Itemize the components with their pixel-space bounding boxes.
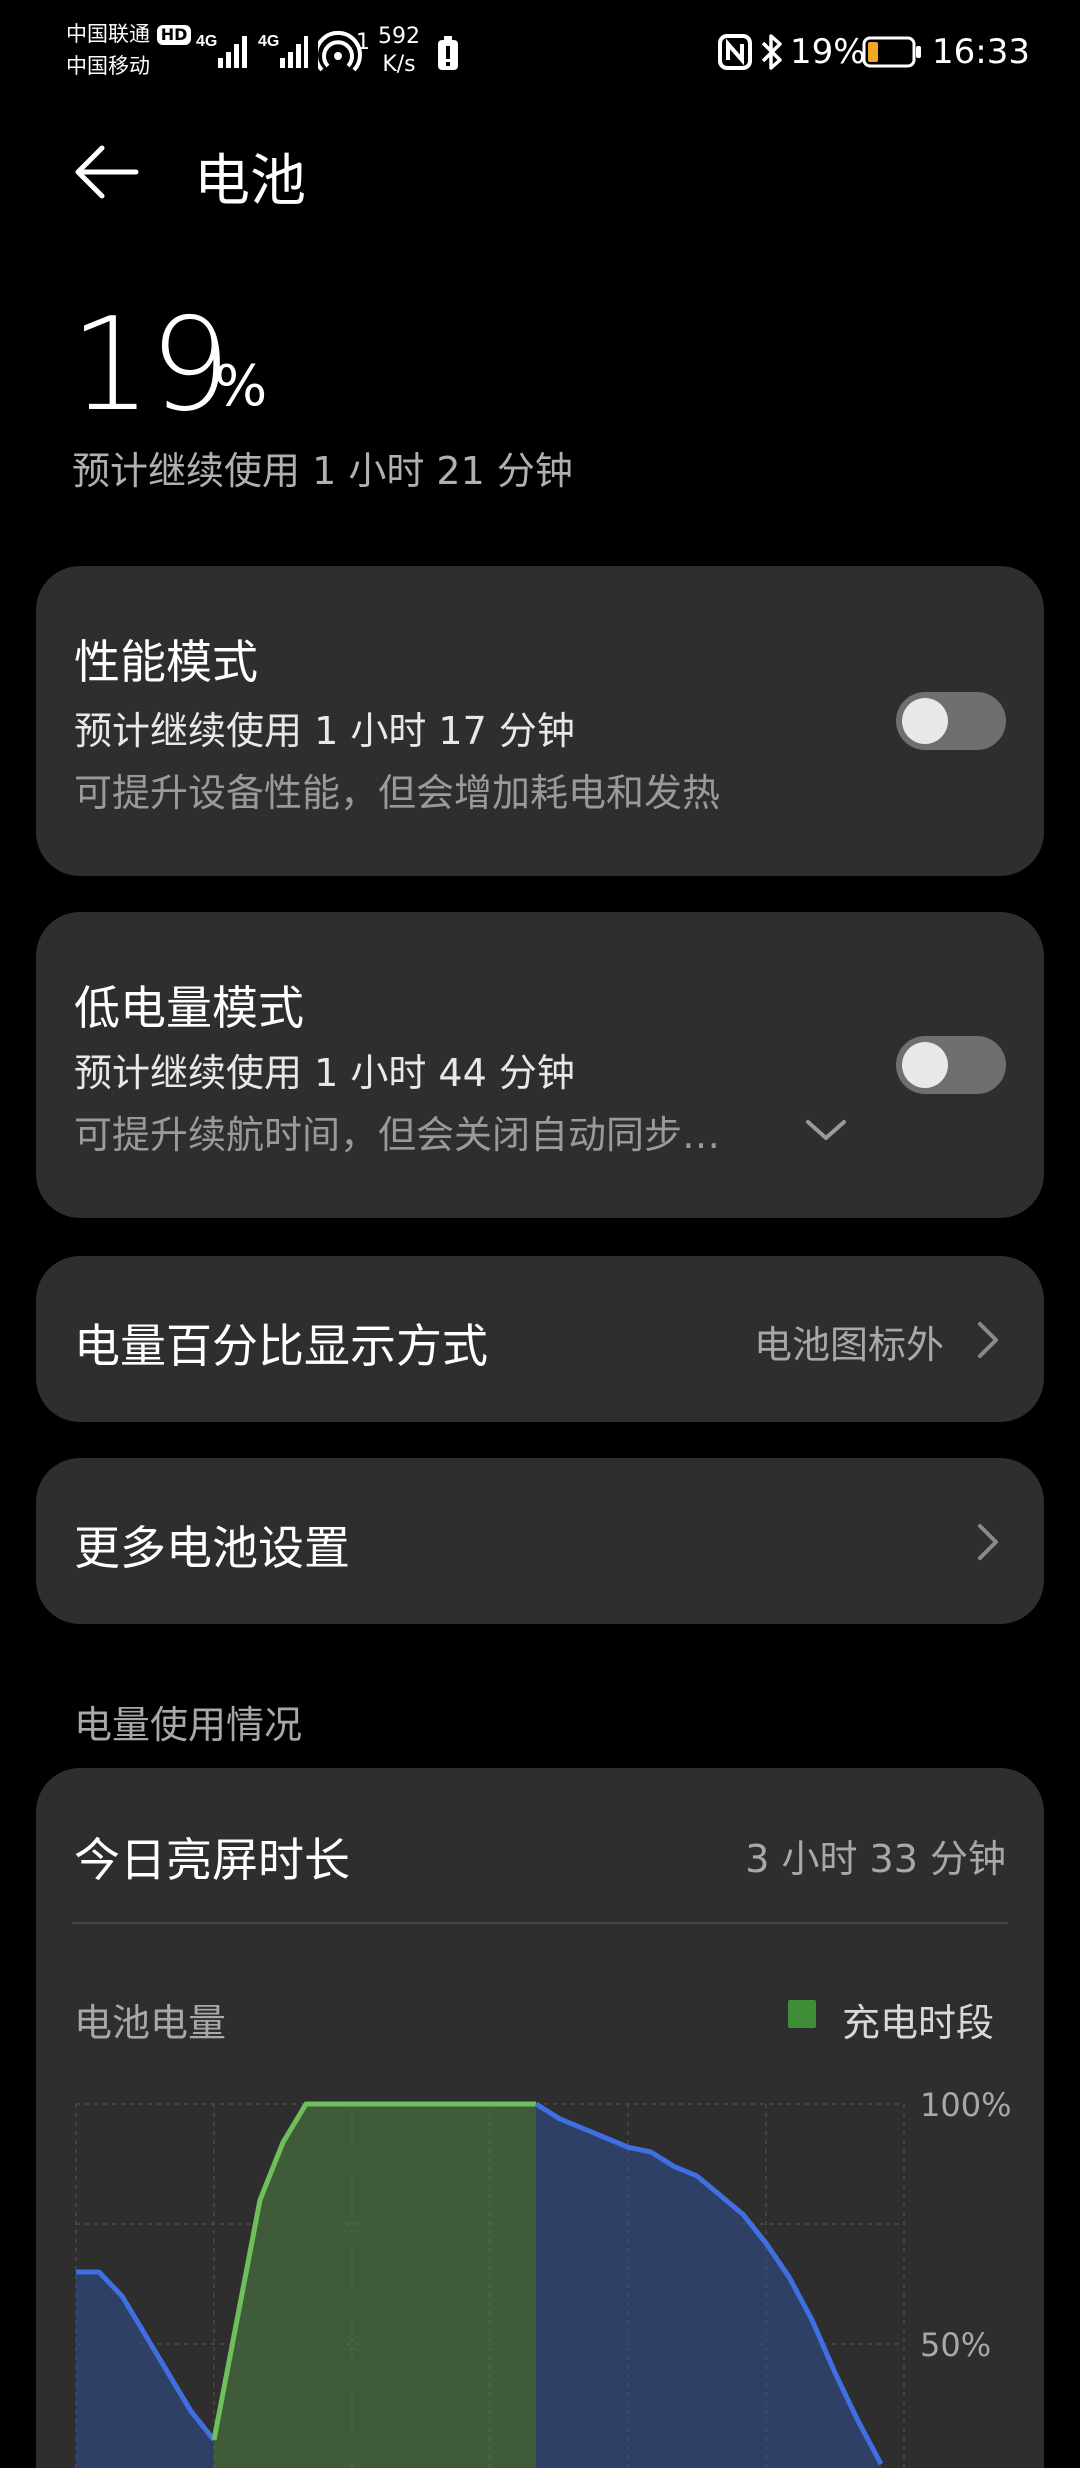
battery-chart: 100% 50%	[75, 2086, 1011, 2468]
percent-display-row[interactable]: 电量百分比显示方式 电池图标外	[36, 1256, 1044, 1422]
alert-icon	[438, 36, 458, 70]
battery-percentage: 19	[70, 291, 231, 440]
low-power-mode-title: 低电量模式	[74, 981, 304, 1035]
low-power-mode-estimate: 预计继续使用 1 小时 44 分钟	[74, 1051, 575, 1095]
back-button[interactable]	[72, 136, 144, 208]
nfc-icon	[718, 34, 752, 70]
arrow-left-icon	[75, 145, 139, 199]
usage-card: 今日亮屏时长 3 小时 33 分钟 电池电量 充电时段 100% 50%	[36, 1768, 1044, 2468]
performance-mode-card[interactable]: 性能模式 预计继续使用 1 小时 17 分钟 可提升设备性能，但会增加耗电和发热	[36, 566, 1044, 876]
battery-percent-sign: %	[214, 354, 268, 419]
battery-icon	[862, 36, 922, 68]
more-battery-settings-row[interactable]: 更多电池设置	[36, 1458, 1044, 1624]
speed-unit: K/s	[382, 52, 416, 77]
carrier-2: 中国移动	[66, 54, 150, 78]
low-power-mode-card[interactable]: 低电量模式 预计继续使用 1 小时 44 分钟 可提升续航时间，但会关闭自动同步…	[36, 912, 1044, 1218]
y-tick-label-0: 100%	[920, 2086, 1011, 2124]
usage-section-label: 电量使用情况	[74, 1703, 303, 1747]
hotspot-count: 1	[356, 30, 370, 55]
percent-display-value: 电池图标外	[754, 1323, 945, 1367]
battery-estimate: 预计继续使用 1 小时 21 分钟	[72, 449, 573, 493]
more-battery-settings-label: 更多电池设置	[74, 1521, 350, 1575]
clock: 16:33	[932, 32, 1030, 72]
toggle-knob	[902, 698, 948, 744]
svg-text:4G: 4G	[196, 33, 217, 50]
page-title: 电池	[194, 149, 306, 214]
percent-display-label: 电量百分比显示方式	[74, 1319, 488, 1373]
series-area-2	[536, 2104, 881, 2468]
toggle-knob	[902, 1042, 948, 1088]
bluetooth-icon	[760, 32, 784, 72]
performance-mode-desc: 可提升设备性能，但会增加耗电和发热	[74, 771, 721, 815]
chevron-down-icon	[806, 1120, 846, 1140]
speed-value: 592	[378, 24, 420, 49]
expand-button[interactable]	[802, 1116, 850, 1146]
series-area-1	[214, 2104, 536, 2468]
low-power-mode-desc: 可提升续航时间，但会关闭自动同步…	[74, 1113, 721, 1157]
chevron-right-icon	[972, 1520, 1002, 1564]
hd-badge: HD	[156, 25, 192, 45]
performance-mode-toggle[interactable]	[896, 692, 1006, 750]
low-power-mode-toggle[interactable]	[896, 1036, 1006, 1094]
series-area-0	[76, 2272, 214, 2468]
carrier-1: 中国联通 HD	[66, 20, 192, 48]
performance-mode-title: 性能模式	[74, 635, 258, 689]
signal-icon: 4G 4G	[196, 28, 308, 72]
chevron-right-icon	[972, 1318, 1002, 1362]
performance-mode-estimate: 预计继续使用 1 小时 17 分钟	[74, 709, 575, 753]
y-tick-label-1: 50%	[920, 2326, 991, 2364]
svg-text:4G: 4G	[258, 33, 279, 50]
battery-percent-text: 19%	[790, 32, 866, 72]
